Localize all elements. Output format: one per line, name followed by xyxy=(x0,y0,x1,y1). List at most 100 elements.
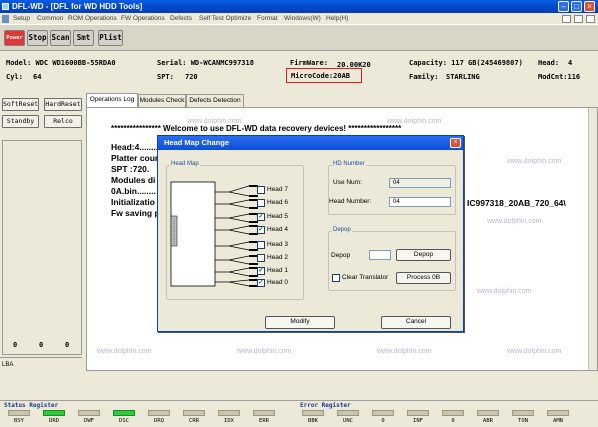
error-bit-led xyxy=(337,410,359,416)
depop-field[interactable] xyxy=(369,250,391,260)
depop-button[interactable]: Depop xyxy=(396,249,451,261)
error-bit-label: 0 xyxy=(451,418,455,424)
left-info-box: 0 0 0 xyxy=(2,140,82,355)
smt-button[interactable]: Smt xyxy=(73,30,94,46)
watermark: www.dolphin.com xyxy=(477,288,532,295)
menu-common[interactable]: Common xyxy=(37,14,63,24)
menu-windows[interactable]: Windows(W) xyxy=(284,14,321,24)
stop-button[interactable]: Stop xyxy=(27,30,48,46)
error-bit-label: BBK xyxy=(308,418,318,424)
status-register-label: Status Register xyxy=(4,402,59,409)
error-bit-label: 0 xyxy=(381,418,385,424)
cancel-button[interactable]: Cancel xyxy=(381,316,451,329)
use-num-field: 04 xyxy=(389,178,451,188)
menu-help[interactable]: Help(H) xyxy=(326,14,348,24)
error-bit-led xyxy=(442,410,464,416)
microcode-info: MicroCode:20AB xyxy=(291,72,351,80)
tab-defects-detection[interactable]: Defects Detection xyxy=(186,94,244,107)
firmware-label: FirmWare: xyxy=(290,59,328,67)
status-bit-label: DWF xyxy=(84,418,94,424)
close-icon[interactable]: × xyxy=(584,1,595,12)
plist-button[interactable]: Plist xyxy=(98,30,123,46)
error-bit-label: INF xyxy=(413,418,423,424)
spt-label: SPT: xyxy=(157,73,174,81)
head-map-label: Head Map xyxy=(170,161,200,167)
error-bit-label: UNC xyxy=(343,418,353,424)
head-1-checkbox[interactable]: ✓ xyxy=(257,267,265,275)
tab-operations-log[interactable]: Operations Log xyxy=(86,93,138,107)
mdi-doc-icon[interactable] xyxy=(2,15,9,23)
watermark: www.dolphin.com xyxy=(507,158,562,165)
status-bit-label: DSC xyxy=(119,418,129,424)
watermark: www.dolphin.com xyxy=(507,348,562,355)
vertical-scrollbar[interactable] xyxy=(588,108,597,370)
scan-button[interactable]: Scan xyxy=(50,30,71,46)
mdi-close-icon[interactable] xyxy=(586,15,595,23)
tab-modules-check[interactable]: Modules Check xyxy=(138,94,186,107)
counter-c: 0 xyxy=(65,341,70,349)
serial-info: Serial: WD-WCANMC997318 xyxy=(157,59,254,67)
process-0b-button[interactable]: Process 0B xyxy=(396,272,451,284)
depop-group: Depop Depop Depop Clear Translator Proce… xyxy=(328,227,456,291)
clear-translator-checkbox[interactable] xyxy=(332,274,340,282)
watermark: www.dolphin.com xyxy=(377,348,432,355)
head-map-group: Head Map Head 7 Head 6 ✓ Head 5 ✓ Head 4… xyxy=(166,161,304,300)
standby-button[interactable]: Standby xyxy=(2,115,39,128)
dialog-title-bar[interactable]: Head Map Change xyxy=(158,136,463,150)
menu-defects[interactable]: Defects xyxy=(170,14,192,24)
softreset-button[interactable]: SoftReset xyxy=(2,98,39,111)
error-register-label: Error Register xyxy=(300,402,351,409)
power-button[interactable]: Power xyxy=(4,30,25,46)
tab-strip: Operations Log Modules Check Defects Det… xyxy=(86,93,598,107)
mdi-minimize-icon[interactable] xyxy=(562,15,571,23)
maximize-icon[interactable]: □ xyxy=(571,1,582,12)
head-5-checkbox[interactable]: ✓ xyxy=(257,213,265,221)
menu-rom-operations[interactable]: ROM Operations xyxy=(68,14,117,24)
status-bit-led xyxy=(78,410,100,416)
clear-translator-label: Clear Translator xyxy=(342,274,389,281)
head-5-label: Head 5 xyxy=(267,213,288,220)
dialog-close-icon[interactable]: × xyxy=(450,138,461,148)
log-line: Modules di xyxy=(111,175,156,185)
head-0-label: Head 0 xyxy=(267,279,288,286)
error-bit-led xyxy=(302,410,324,416)
head-6-label: Head 6 xyxy=(267,199,288,206)
watermark: www.dolphin.com xyxy=(97,348,152,355)
log-line-tail: IC997318_20AB_720_64\ xyxy=(467,198,566,208)
status-bit-led xyxy=(148,410,170,416)
head-3-label: Head 3 xyxy=(267,241,288,248)
head-3-checkbox[interactable] xyxy=(257,241,265,249)
head-4-label: Head 4 xyxy=(267,226,288,233)
mdi-restore-icon[interactable] xyxy=(574,15,583,23)
hardreset-button[interactable]: HardReset xyxy=(44,98,82,111)
window-title: DFL-WD - [DFL for WD HDD Tools] xyxy=(12,2,143,11)
modify-button[interactable]: Modify xyxy=(265,316,335,329)
status-bar: Status Register Error Register BSY DRD DWF… xyxy=(0,400,598,427)
head-2-checkbox[interactable] xyxy=(257,254,265,262)
menu-fw-operations[interactable]: FW Operations xyxy=(121,14,165,24)
head-6-checkbox[interactable] xyxy=(257,199,265,207)
menu-format[interactable]: Format xyxy=(257,14,278,24)
log-line: SPT :720. xyxy=(111,164,150,174)
error-bit-led xyxy=(477,410,499,416)
error-bit-led xyxy=(372,410,394,416)
log-line: Fw saving p xyxy=(111,208,160,218)
status-bit-led xyxy=(8,410,30,416)
microcode-highlight: MicroCode:20AB xyxy=(286,68,362,83)
counter-b: 0 xyxy=(39,341,44,349)
cyl-label: Cyl: xyxy=(6,73,23,81)
head-number-field[interactable]: 04 xyxy=(389,197,451,207)
menu-self-test-optimize[interactable]: Self Test Optimize xyxy=(199,14,251,24)
use-num-label: Use Num: xyxy=(333,179,362,186)
head-0-checkbox[interactable]: ✓ xyxy=(257,279,265,287)
head-map-change-dialog: Head Map Change × Head Map Head 7 Head 6… xyxy=(157,135,464,332)
window-title-bar[interactable]: DFL-WD - [DFL for WD HDD Tools] xyxy=(0,0,598,13)
relco-button[interactable]: Relco xyxy=(44,115,82,128)
head-7-checkbox[interactable] xyxy=(257,186,265,194)
error-bit-label: TON xyxy=(518,418,528,424)
menu-setup[interactable]: Setup xyxy=(13,14,30,24)
minimize-icon[interactable]: – xyxy=(558,1,569,12)
log-line: Head:4........ xyxy=(111,142,159,152)
head-4-checkbox[interactable]: ✓ xyxy=(257,226,265,234)
cyl-value: 64 xyxy=(33,73,42,81)
